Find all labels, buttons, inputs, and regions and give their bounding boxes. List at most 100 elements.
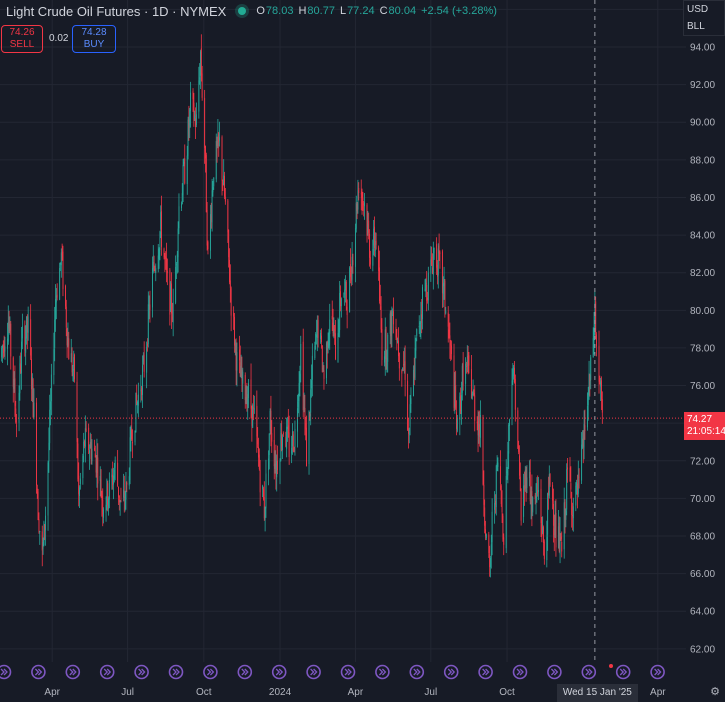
candle-body xyxy=(470,369,472,399)
candle-body xyxy=(358,188,360,194)
candle-body xyxy=(68,338,70,360)
candle-body xyxy=(50,401,51,410)
candle-body xyxy=(33,402,35,418)
candle-body xyxy=(461,365,463,393)
candle-body xyxy=(291,447,293,454)
candle-body xyxy=(238,349,240,361)
candle-body xyxy=(482,417,484,485)
candle-body xyxy=(461,395,462,415)
candle-body xyxy=(166,270,168,274)
candle-body xyxy=(13,379,15,389)
candle-body xyxy=(172,302,174,323)
candle-body xyxy=(333,328,335,337)
candle-body xyxy=(158,248,160,259)
candle-body xyxy=(378,247,380,271)
time-tick-label: Jul xyxy=(121,687,134,698)
candle-body xyxy=(95,456,97,473)
candle-body xyxy=(477,421,479,436)
currency-label[interactable]: USD xyxy=(687,1,724,18)
candle-body xyxy=(76,381,78,442)
candle-body xyxy=(455,384,457,409)
candle-body xyxy=(297,401,299,407)
candle-body xyxy=(125,481,127,500)
candle-body xyxy=(565,510,567,520)
candle-body xyxy=(21,326,23,339)
candle-body xyxy=(560,536,562,540)
price-axis[interactable]: 96.0094.0092.0090.0088.0086.0084.0082.00… xyxy=(686,0,725,680)
candle-body xyxy=(546,537,548,561)
candle-body xyxy=(215,141,217,180)
time-tick-label: Oct xyxy=(499,687,515,698)
candle-body xyxy=(437,248,439,276)
candle-body xyxy=(224,176,225,197)
candle-body xyxy=(2,345,3,349)
play-circle-icon xyxy=(650,664,665,680)
sell-button[interactable]: 74.26 SELL xyxy=(1,25,43,53)
play-circle-icon xyxy=(99,664,115,680)
candle-body xyxy=(227,200,229,233)
candle-body xyxy=(331,316,333,320)
candle-body xyxy=(576,482,578,487)
candle-body xyxy=(350,273,352,281)
candle-body xyxy=(50,374,52,402)
candle-body xyxy=(488,534,490,553)
candle-body xyxy=(427,272,429,301)
candle-body xyxy=(100,479,102,497)
currency-unit-menu[interactable]: USD BLL xyxy=(683,0,725,36)
candle-body xyxy=(514,367,515,383)
candle-body xyxy=(344,289,346,295)
market-status-icon[interactable] xyxy=(238,7,247,15)
play-circle-chevrons xyxy=(585,668,593,676)
candle-body xyxy=(36,402,37,486)
unit-label[interactable]: BLL xyxy=(687,18,724,35)
candle-body xyxy=(300,343,302,371)
play-circle-chevrons xyxy=(34,668,43,676)
candle-body xyxy=(182,164,184,196)
candle-body xyxy=(352,260,354,266)
candle-body xyxy=(534,495,536,500)
candle-body xyxy=(96,454,98,473)
candle-body xyxy=(70,353,72,362)
play-circle-chevrons xyxy=(0,668,8,676)
gear-icon[interactable]: ⚙ xyxy=(709,686,721,698)
candle-body xyxy=(205,154,207,213)
candle-body xyxy=(451,345,452,355)
candle-body xyxy=(445,310,447,314)
candle-body xyxy=(425,282,427,290)
candle-body xyxy=(601,399,603,413)
candle-body xyxy=(564,502,566,520)
candle-body xyxy=(593,328,595,341)
candle-body xyxy=(53,349,55,376)
candle-body xyxy=(211,190,213,223)
candle-body xyxy=(45,515,47,531)
candle-body xyxy=(299,373,301,384)
candle-body xyxy=(321,345,323,372)
candle-body xyxy=(525,469,527,489)
candle-body xyxy=(142,356,144,362)
candle-body xyxy=(343,296,345,298)
candle-body xyxy=(345,281,347,304)
candle-body xyxy=(106,480,108,505)
chart-grid xyxy=(0,0,686,662)
candle-body xyxy=(10,323,12,357)
candle-body xyxy=(495,465,497,508)
buy-button[interactable]: 74.28 BUY xyxy=(72,25,116,53)
candle-body xyxy=(147,304,149,344)
candle-body xyxy=(456,417,458,431)
candle-body xyxy=(101,495,103,501)
candle-body xyxy=(339,292,341,330)
price-tick-label: 78.00 xyxy=(690,343,715,354)
candle-body xyxy=(176,254,178,264)
play-circle-chevrons xyxy=(619,668,628,676)
symbol-title[interactable]: Light Crude Oil Futures · 1D · NYMEX xyxy=(6,4,226,19)
candle-body xyxy=(418,326,420,328)
candle-body xyxy=(7,338,8,349)
candle-body xyxy=(164,256,166,259)
candle-body xyxy=(223,175,225,186)
candle-body xyxy=(303,407,305,409)
candle-body xyxy=(118,495,120,503)
play-circle-icon xyxy=(203,664,218,680)
candle-body xyxy=(205,146,206,159)
candle-body xyxy=(48,442,50,462)
price-chart[interactable] xyxy=(0,0,686,680)
